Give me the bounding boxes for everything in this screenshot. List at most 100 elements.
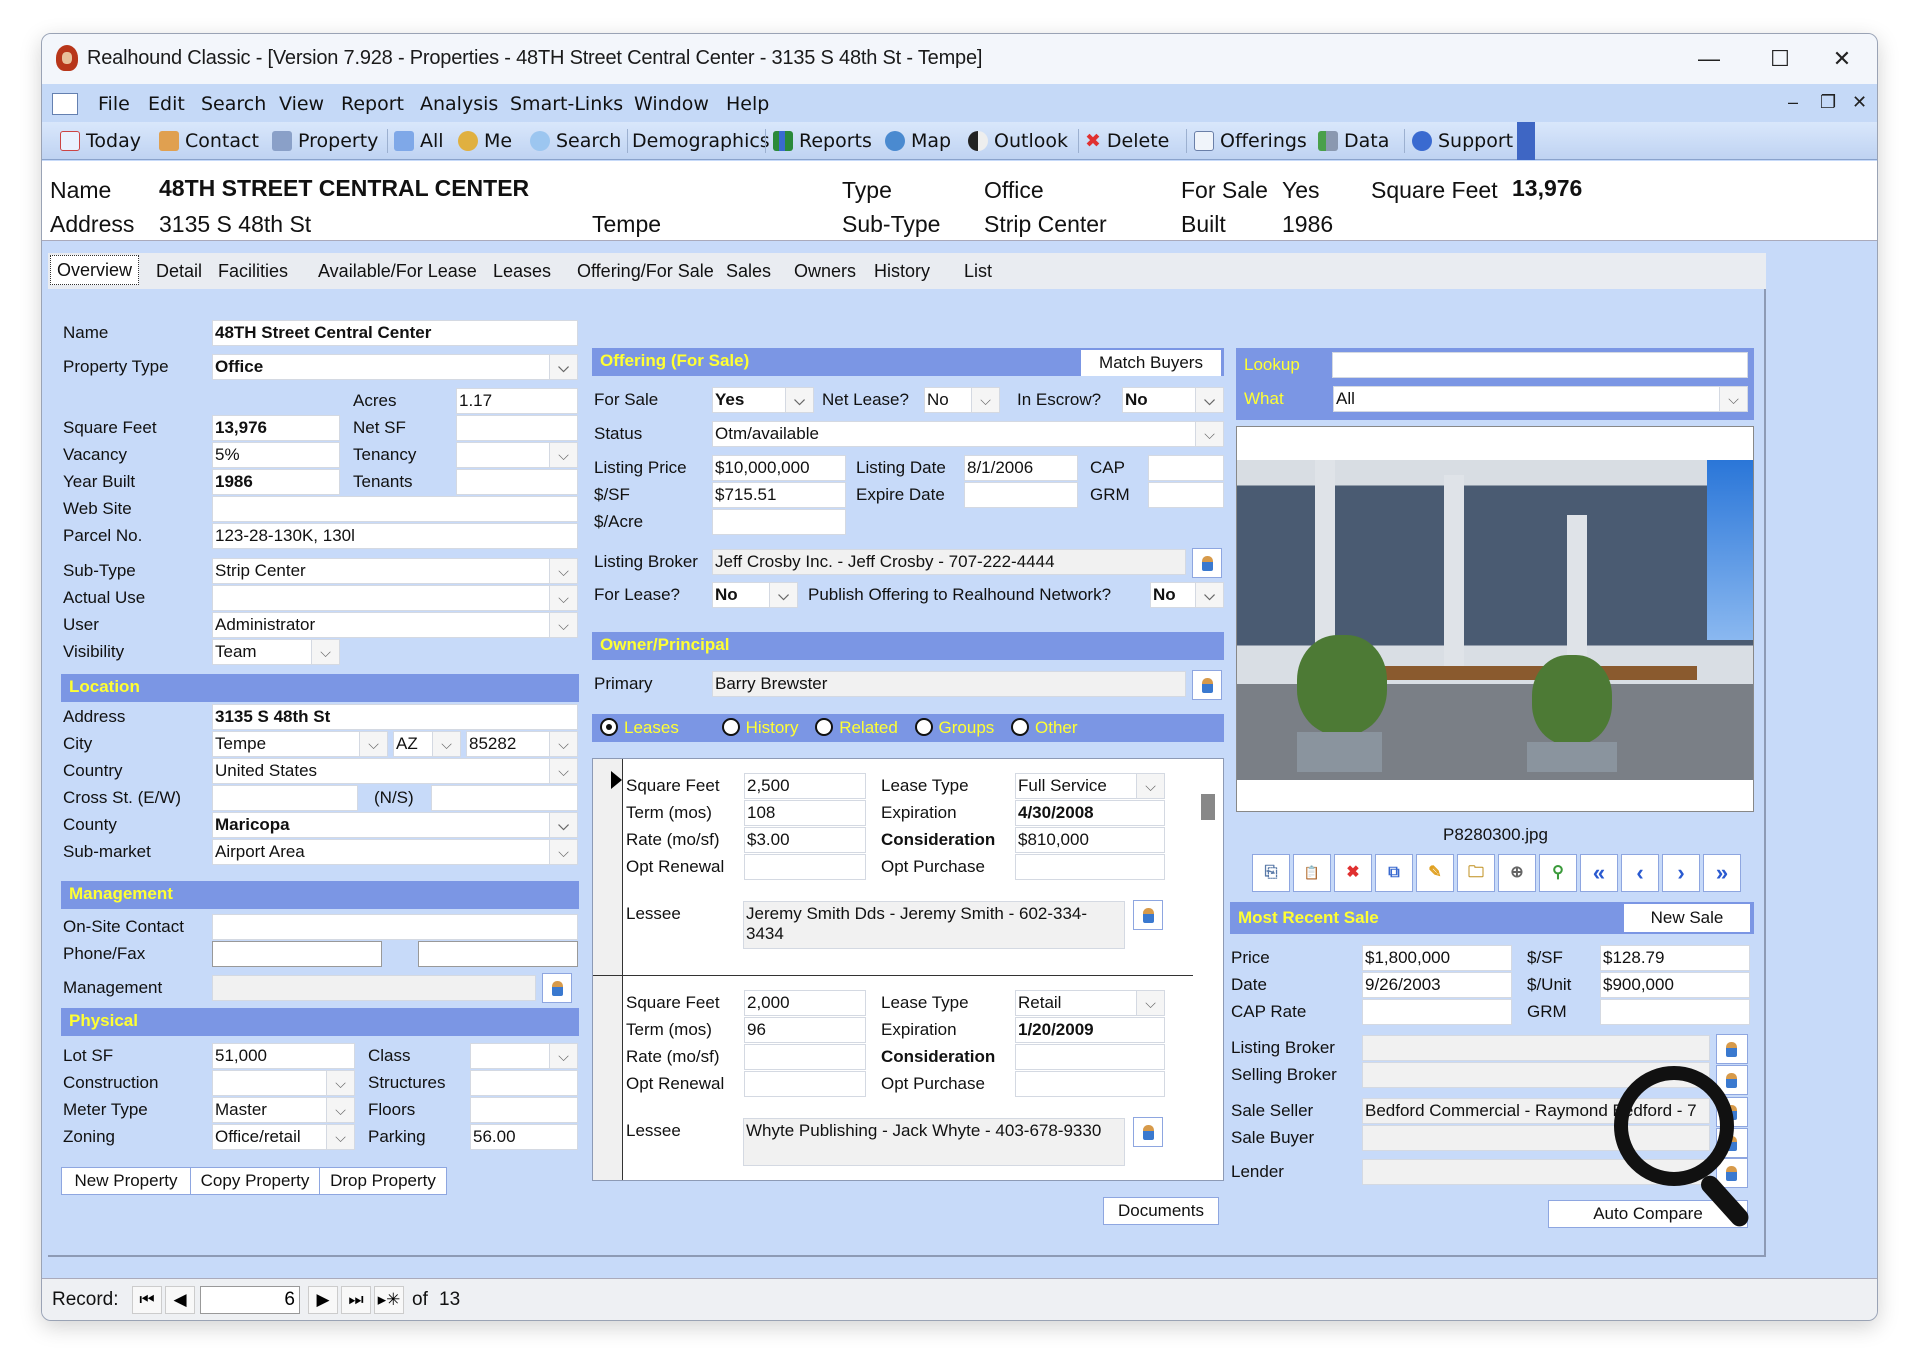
prev-record-button[interactable]: ◀ xyxy=(165,1286,195,1314)
parcel-field[interactable]: 123-28-130K, 130l xyxy=(212,523,578,549)
chevron-down-icon[interactable]: ⌵ xyxy=(549,355,577,379)
lease-type-select[interactable]: Full Service ⌵ xyxy=(1015,773,1165,799)
sale-psf-field[interactable]: $128.79 xyxy=(1600,945,1750,971)
chevron-down-icon[interactable]: ⌵ xyxy=(432,732,460,756)
menu-view[interactable]: View xyxy=(279,93,324,115)
chevron-down-icon[interactable]: ⌵ xyxy=(311,640,339,664)
structures-field[interactable] xyxy=(470,1070,578,1096)
chevron-down-icon[interactable]: ⌵ xyxy=(549,813,577,837)
property-photo[interactable] xyxy=(1237,460,1753,780)
acres-field[interactable]: 1.17 xyxy=(456,388,578,414)
chevron-down-icon[interactable]: ⌵ xyxy=(1195,422,1223,446)
current-record-input[interactable]: 6 xyxy=(200,1286,300,1314)
square-feet-field[interactable]: 13,976 xyxy=(212,415,340,441)
submarket-select[interactable]: Airport Area ⌵ xyxy=(212,839,578,865)
grm-field[interactable] xyxy=(1148,482,1224,508)
drop-property-button[interactable]: Drop Property xyxy=(319,1167,447,1195)
primary-owner-field[interactable]: Barry Brewster xyxy=(712,671,1186,697)
photo-copy-button[interactable]: ⎘ xyxy=(1252,854,1290,892)
chevron-down-icon[interactable]: ⌵ xyxy=(549,840,577,864)
visibility-select[interactable]: Team ⌵ xyxy=(212,639,340,665)
cross-ns-field[interactable] xyxy=(431,785,578,811)
photo-pin-button[interactable]: ⚲ xyxy=(1539,854,1577,892)
parking-field[interactable]: 56.00 xyxy=(470,1124,578,1150)
menu-search[interactable]: Search xyxy=(201,93,266,115)
new-property-button[interactable]: New Property xyxy=(61,1167,191,1195)
lot-sf-field[interactable]: 51,000 xyxy=(212,1043,355,1069)
city-select[interactable]: Tempe ⌵ xyxy=(212,731,388,757)
chevron-down-icon[interactable]: ⌵ xyxy=(549,443,577,467)
subtab-leases[interactable]: Leases xyxy=(600,718,679,738)
management-contact-button[interactable] xyxy=(542,973,572,1003)
menu-edit[interactable]: Edit xyxy=(148,93,185,115)
name-field[interactable]: 48TH Street Central Center xyxy=(212,320,578,346)
price-per-sf-field[interactable]: $715.51 xyxy=(712,482,846,508)
lease-sqft-field[interactable]: 2,500 xyxy=(744,773,866,799)
tab-history[interactable]: History xyxy=(868,253,936,289)
toolbar-support-button[interactable]: Support xyxy=(1412,128,1513,154)
phone-field[interactable] xyxy=(212,941,382,967)
subtab-related[interactable]: Related xyxy=(815,718,898,738)
lessee-contact-button[interactable] xyxy=(1133,1117,1163,1147)
for-sale-select[interactable]: Yes ⌵ xyxy=(712,387,814,413)
mdi-close-button[interactable]: ✕ xyxy=(1852,92,1867,113)
tab-detail[interactable]: Detail xyxy=(150,253,208,289)
zip-select[interactable]: 85282 ⌵ xyxy=(466,731,578,757)
minimize-button[interactable]: — xyxy=(1687,42,1731,76)
menu-report[interactable]: Report xyxy=(341,93,404,115)
tenancy-select[interactable]: ⌵ xyxy=(456,442,578,468)
leases-scrollbar-thumb[interactable] xyxy=(1201,794,1215,820)
tab-list[interactable]: List xyxy=(958,253,998,289)
photo-paste-button[interactable]: 📋 xyxy=(1293,854,1331,892)
toolbar-contact-button[interactable]: Contact xyxy=(159,128,259,154)
location-address-field[interactable]: 3135 S 48th St xyxy=(212,704,578,730)
toolbar-overflow-button[interactable] xyxy=(1517,122,1535,160)
lessee-field[interactable]: Whyte Publishing - Jack Whyte - 403-678-… xyxy=(743,1118,1125,1166)
state-select[interactable]: AZ ⌵ xyxy=(393,731,461,757)
first-record-button[interactable]: ⏮ xyxy=(132,1286,162,1314)
lookup-input[interactable] xyxy=(1332,352,1748,378)
lease-renewal-field[interactable] xyxy=(744,1071,866,1097)
tab-offering-for-sale[interactable]: Offering/For Sale xyxy=(571,253,720,289)
subtype-select[interactable]: Strip Center ⌵ xyxy=(212,558,578,584)
lease-consideration-field[interactable] xyxy=(1015,1044,1165,1070)
chevron-down-icon[interactable]: ⌵ xyxy=(326,1098,354,1122)
lease-term-field[interactable]: 96 xyxy=(744,1017,866,1043)
lease-rate-field[interactable]: $3.00 xyxy=(744,827,866,853)
chevron-down-icon[interactable]: ⌵ xyxy=(549,559,577,583)
toolbar-delete-button[interactable]: ✖ Delete xyxy=(1085,128,1169,154)
photo-clear-button[interactable]: ✎ xyxy=(1416,854,1454,892)
lease-expiration-field[interactable]: 4/30/2008 xyxy=(1015,800,1165,826)
new-sale-button[interactable]: New Sale xyxy=(1624,904,1750,932)
mdi-menu-icon[interactable] xyxy=(52,93,78,115)
menu-help[interactable]: Help xyxy=(726,93,769,115)
onsite-contact-field[interactable] xyxy=(212,914,578,940)
chevron-down-icon[interactable]: ⌵ xyxy=(359,732,387,756)
chevron-down-icon[interactable]: ⌵ xyxy=(971,388,999,412)
chevron-down-icon[interactable]: ⌵ xyxy=(326,1125,354,1149)
listing-date-field[interactable]: 8/1/2006 xyxy=(964,455,1078,481)
menu-window[interactable]: Window xyxy=(634,93,709,115)
chevron-down-icon[interactable]: ⌵ xyxy=(549,1044,577,1068)
toolbar-map-button[interactable]: Map xyxy=(885,128,951,154)
copy-property-button[interactable]: Copy Property xyxy=(190,1167,320,1195)
in-escrow-select[interactable]: No ⌵ xyxy=(1122,387,1224,413)
property-type-select[interactable]: Office ⌵ xyxy=(212,354,578,380)
net-sf-field[interactable] xyxy=(456,415,578,441)
for-lease-select[interactable]: No ⌵ xyxy=(712,582,798,608)
next-record-button[interactable]: ▶ xyxy=(308,1286,338,1314)
photo-prev-button[interactable]: ‹ xyxy=(1621,854,1659,892)
user-select[interactable]: Administrator ⌵ xyxy=(212,612,578,638)
actual-use-select[interactable]: ⌵ xyxy=(212,585,578,611)
photo-network-button[interactable]: ⧉ xyxy=(1375,854,1413,892)
sale-per-unit-field[interactable]: $900,000 xyxy=(1600,972,1750,998)
last-record-button[interactable]: ⏭ xyxy=(341,1286,371,1314)
status-select[interactable]: Otm/available ⌵ xyxy=(712,421,1224,447)
toolbar-offerings-button[interactable]: Offerings xyxy=(1194,128,1307,154)
cap-field[interactable] xyxy=(1148,455,1224,481)
sale-cap-field[interactable] xyxy=(1362,999,1512,1025)
country-select[interactable]: United States ⌵ xyxy=(212,758,578,784)
tab-available-for-lease[interactable]: Available/For Lease xyxy=(312,253,483,289)
new-record-button[interactable]: ▸✳ xyxy=(374,1286,404,1314)
lease-sqft-field[interactable]: 2,000 xyxy=(744,990,866,1016)
